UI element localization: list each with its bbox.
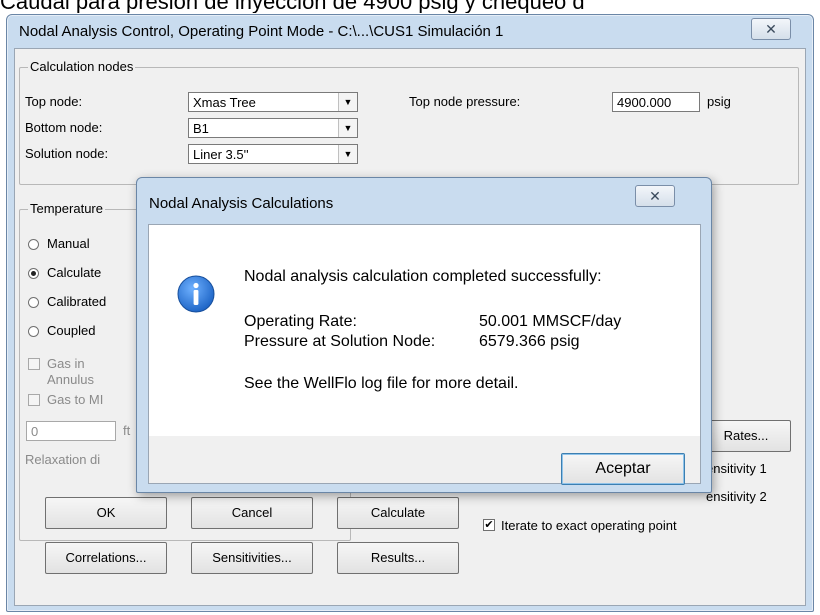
chevron-down-icon[interactable]: ▼ (338, 93, 357, 111)
pressure-solution-node-value: 6579.366 psig (479, 333, 580, 350)
solution-node-value: Liner 3.5'' (193, 147, 249, 162)
window-title: Nodal Analysis Control, Operating Point … (19, 23, 504, 40)
top-node-pressure-input[interactable]: 4900.000 (612, 92, 700, 112)
temperature-calibrated-label: Calibrated (47, 294, 107, 309)
pressure-unit: psig (707, 94, 731, 109)
top-node-value: Xmas Tree (193, 95, 256, 110)
sensitivity-1-label: ensitivity 1 (706, 461, 767, 476)
temperature-numeric-input[interactable]: 0 (26, 421, 116, 441)
dialog-client-area: Nodal analysis calculation completed suc… (148, 224, 701, 485)
temperature-calculate-label: Calculate (47, 265, 102, 280)
bottom-node-label: Bottom node: (25, 120, 103, 135)
temperature-numeric-unit: ft (123, 423, 131, 438)
calculation-nodes-title: Calculation nodes (28, 59, 136, 74)
bottom-node-value: B1 (193, 121, 209, 136)
gas-in-annulus-label-1: Gas in (47, 356, 85, 371)
temperature-calibrated-radio[interactable] (28, 297, 39, 308)
iterate-checkbox[interactable]: ✔ (483, 519, 495, 531)
calculate-button[interactable]: Calculate (337, 497, 459, 529)
background-caption: Caudal para presión de inyección de 4900… (0, 0, 585, 13)
dialog-title: Nodal Analysis Calculations (149, 195, 334, 212)
gas-to-mi-checkbox[interactable] (28, 394, 40, 406)
temperature-calculate-radio[interactable] (28, 268, 39, 279)
results-button[interactable]: Results... (337, 542, 459, 574)
solution-node-select[interactable]: Liner 3.5'' ▼ (188, 144, 358, 164)
iterate-label: Iterate to exact operating point (501, 518, 677, 533)
close-icon[interactable]: ✕ (635, 185, 675, 207)
ok-button[interactable]: OK (45, 497, 167, 529)
nodal-analysis-calculations-dialog: Nodal Analysis Calculations ✕ Nodal anal… (136, 177, 712, 493)
rates-button[interactable]: Rates... (701, 420, 791, 452)
calculation-nodes-group: Calculation nodes (19, 59, 799, 185)
log-file-note: See the WellFlo log file for more detail… (244, 375, 519, 392)
sensitivities-button[interactable]: Sensitivities... (191, 542, 313, 574)
temperature-title: Temperature (28, 201, 105, 216)
chevron-down-icon[interactable]: ▼ (338, 145, 357, 163)
top-node-select[interactable]: Xmas Tree ▼ (188, 92, 358, 112)
dialog-message-area: Nodal analysis calculation completed suc… (149, 225, 700, 436)
info-icon (177, 275, 215, 313)
close-icon[interactable]: ✕ (751, 18, 791, 40)
cancel-button[interactable]: Cancel (191, 497, 313, 529)
bottom-node-select[interactable]: B1 ▼ (188, 118, 358, 138)
accept-button[interactable]: Aceptar (561, 453, 685, 485)
chevron-down-icon[interactable]: ▼ (338, 119, 357, 137)
top-node-pressure-label: Top node pressure: (409, 94, 521, 109)
gas-in-annulus-checkbox[interactable] (28, 358, 40, 370)
sensitivity-2-label: ensitivity 2 (706, 489, 767, 504)
top-node-pressure-value: 4900.000 (617, 95, 672, 110)
gas-in-annulus-label-2: Annulus (47, 372, 94, 387)
temperature-coupled-radio[interactable] (28, 326, 39, 337)
operating-rate-label: Operating Rate: (244, 313, 357, 330)
temperature-manual-radio[interactable] (28, 239, 39, 250)
gas-to-mi-label: Gas to MI (47, 392, 104, 407)
top-node-label: Top node: (25, 94, 83, 109)
temperature-numeric-value: 0 (31, 424, 39, 439)
temperature-coupled-label: Coupled (47, 323, 96, 338)
dialog-message: Nodal analysis calculation completed suc… (244, 268, 602, 285)
relaxation-label: Relaxation di (25, 452, 101, 467)
solution-node-label: Solution node: (25, 146, 109, 161)
correlations-button[interactable]: Correlations... (45, 542, 167, 574)
temperature-manual-label: Manual (47, 236, 90, 251)
operating-rate-value: 50.001 MMSCF/day (479, 313, 622, 330)
pressure-solution-node-label: Pressure at Solution Node: (244, 333, 436, 350)
